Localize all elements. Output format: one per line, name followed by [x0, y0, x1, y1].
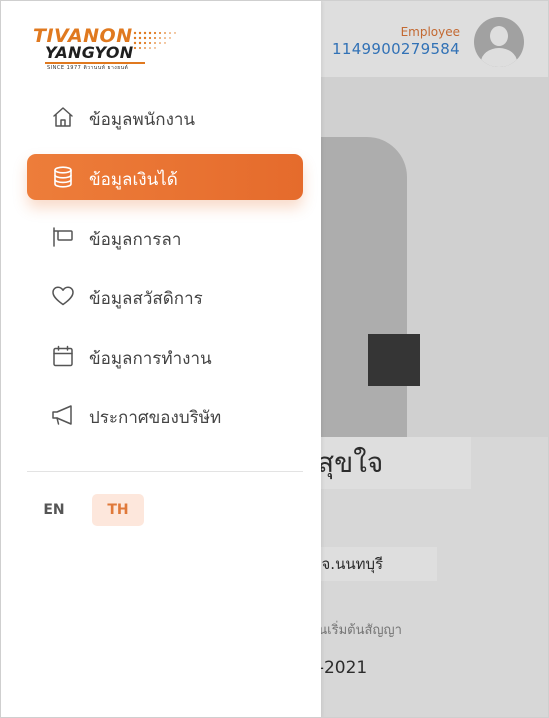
app-screen: Employee 1149900279584 สุขใจ ด จ.นนทบุรี…	[0, 0, 549, 718]
logo-tagline: SINCE 1977 ติวานนท์ ยางยนต์	[47, 65, 129, 71]
menu-item-welfare-info[interactable]: ข้อมูลสวัสดิการ	[27, 273, 303, 319]
navigation-drawer: TIVANON YANGYON SINCE 1977 ติวานนท์ ยางย…	[1, 1, 321, 717]
calendar-icon	[53, 345, 73, 367]
heart-icon	[52, 286, 74, 306]
logo-line2: YANGYON	[45, 43, 134, 62]
menu-item-label: ข้อมูลเงินได้	[89, 170, 178, 190]
menu-item-label: ข้อมูลสวัสดิการ	[89, 289, 203, 309]
menu-item-leave-info[interactable]: ข้อมูลการลา	[27, 214, 303, 260]
language-option-th[interactable]: TH	[92, 494, 144, 526]
leave-board-icon	[53, 227, 73, 247]
home-icon	[53, 107, 73, 127]
language-option-en[interactable]: EN	[35, 495, 73, 525]
database-icon	[54, 166, 72, 188]
logo-dots-graphic	[133, 31, 176, 50]
menu-item-employee-info[interactable]: ข้อมูลพนักงาน	[27, 94, 303, 140]
menu-item-work-info[interactable]: ข้อมูลการทำงาน	[27, 333, 303, 379]
drawer-divider	[27, 471, 303, 472]
menu-item-label: ประกาศของบริษัท	[89, 408, 222, 428]
menu-item-label: ข้อมูลพนักงาน	[89, 110, 196, 130]
menu-item-income-info[interactable]: ข้อมูลเงินได้	[27, 154, 303, 200]
menu-item-label: ข้อมูลการลา	[89, 230, 182, 250]
menu-item-label: ข้อมูลการทำงาน	[89, 349, 212, 369]
menu-item-company-announcements[interactable]: ประกาศของบริษัท	[27, 392, 303, 438]
company-logo: TIVANON YANGYON SINCE 1977 ติวานนท์ ยางย…	[31, 23, 181, 71]
megaphone-icon	[52, 405, 72, 425]
